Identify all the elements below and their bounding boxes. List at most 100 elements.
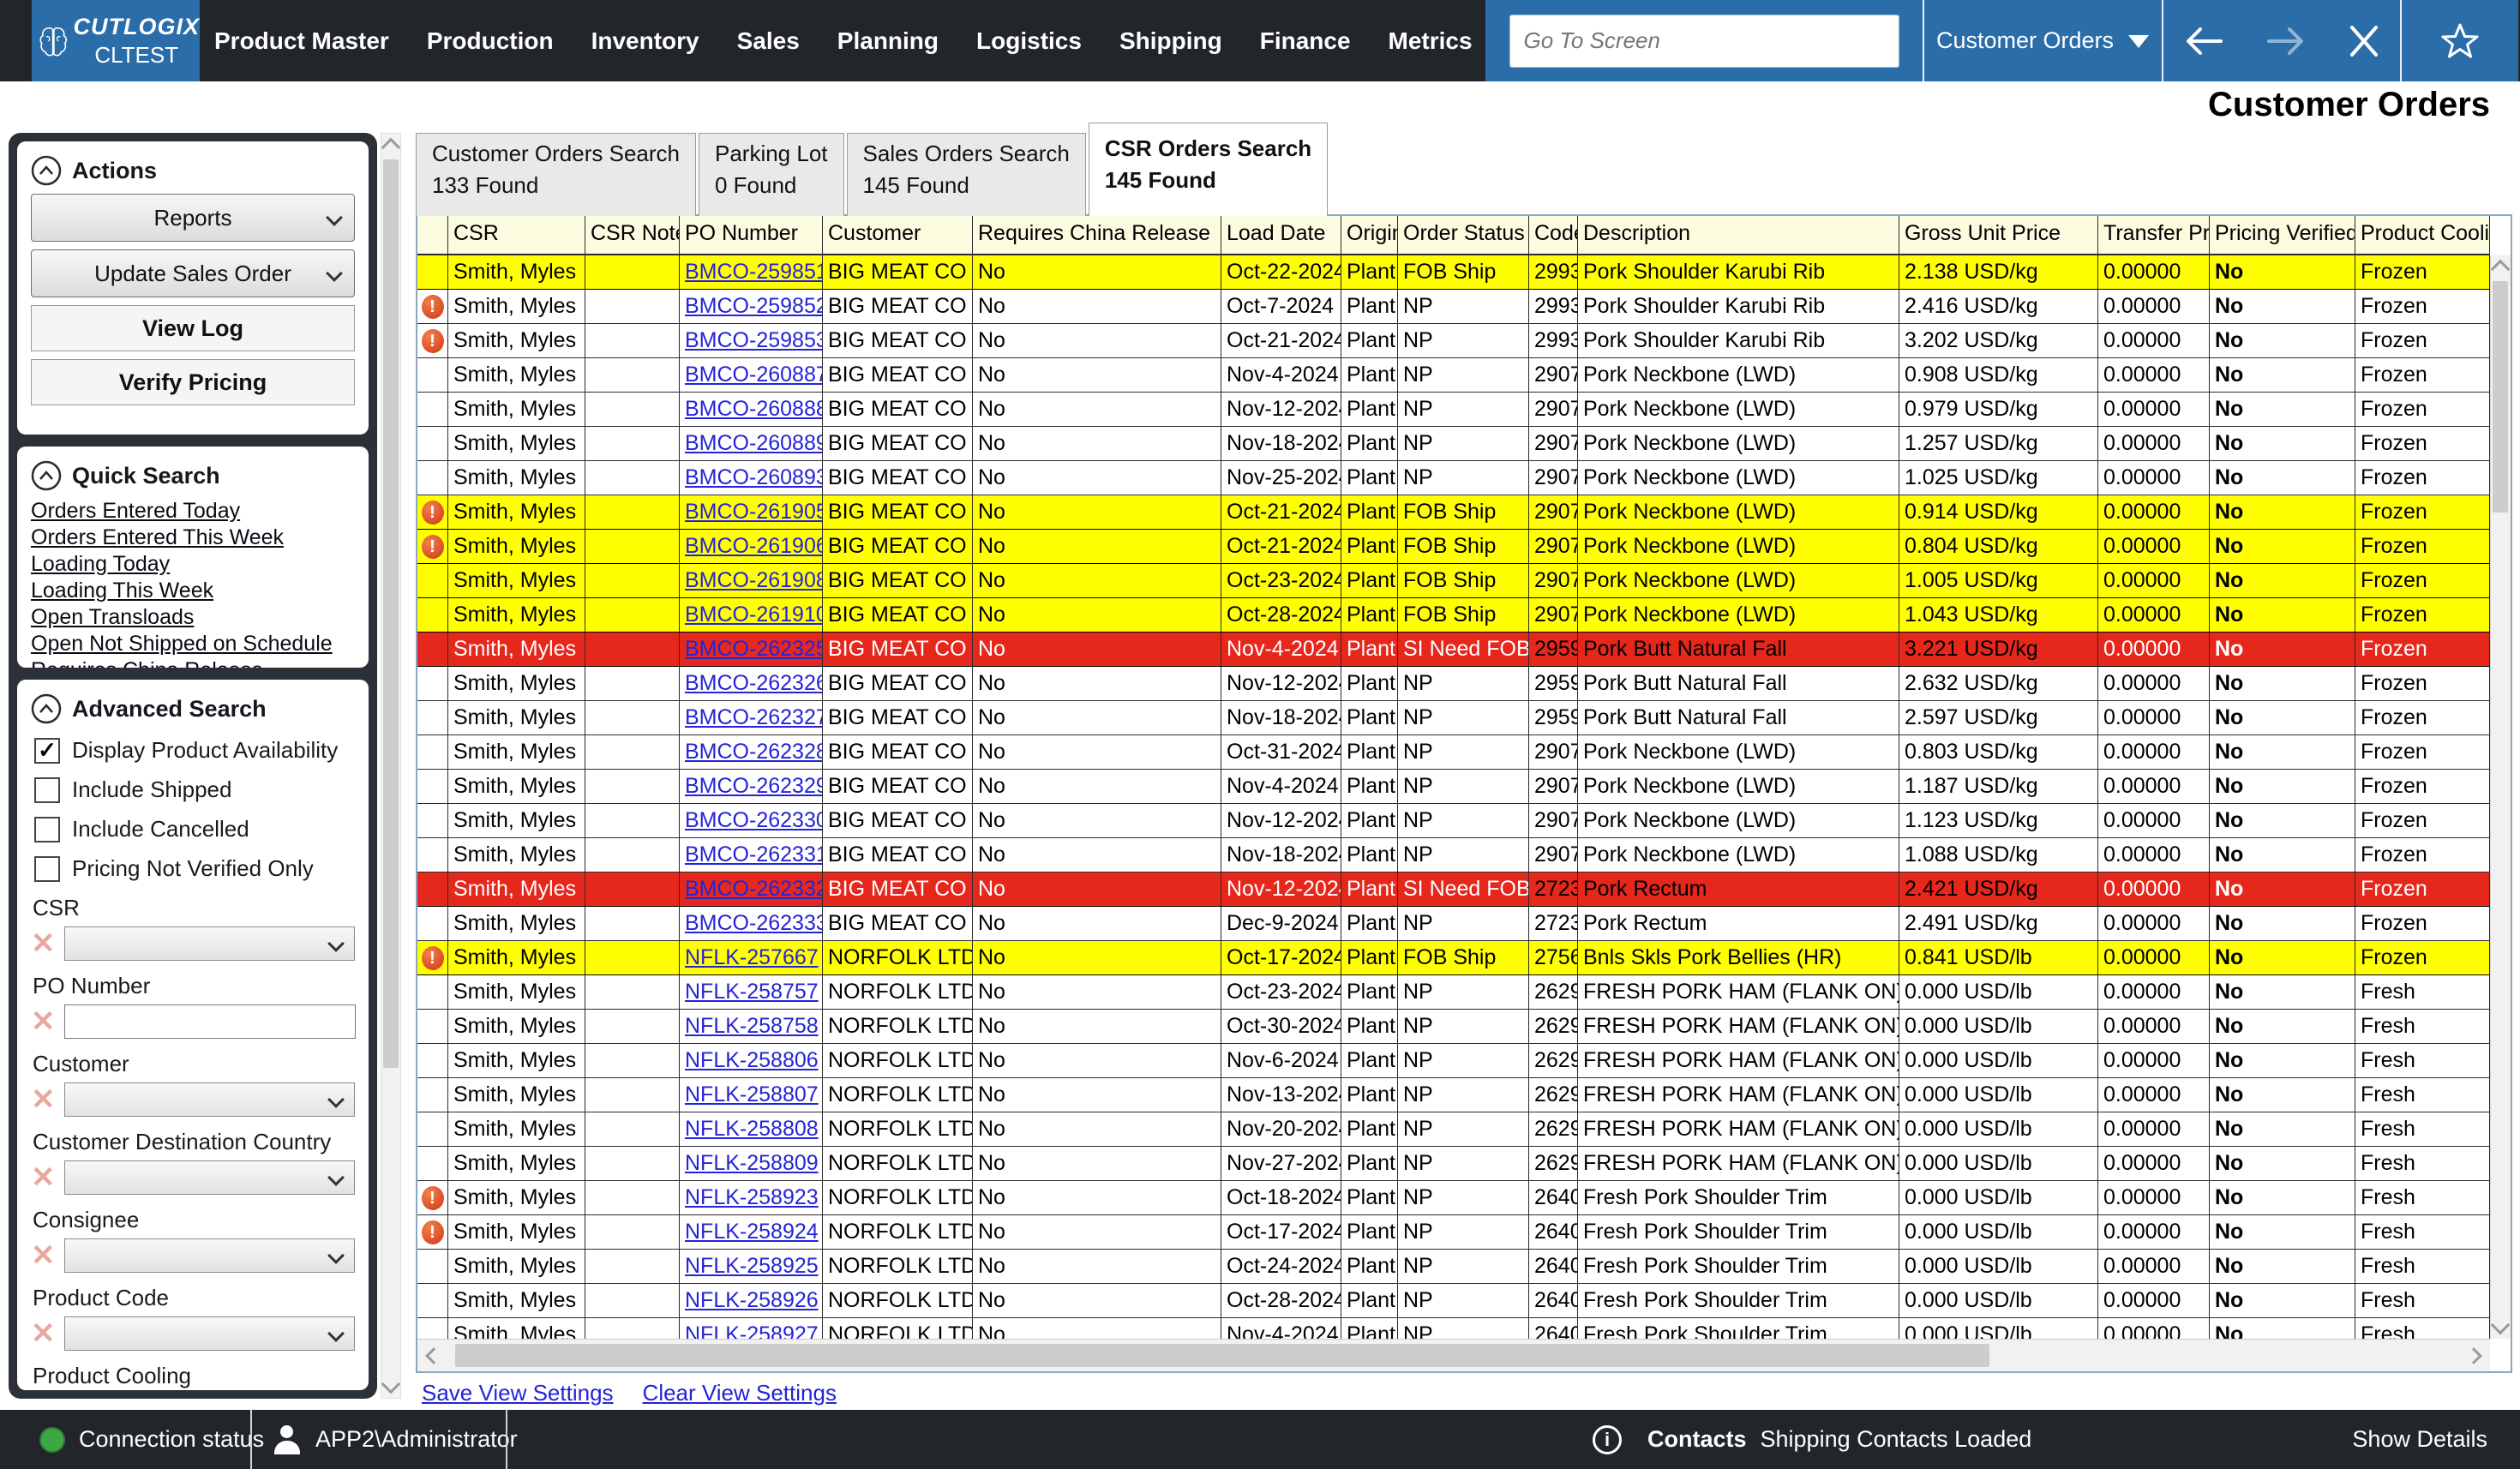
scrollbar-thumb[interactable]: [455, 1344, 1989, 1367]
po-number-link[interactable]: NFLK-258923: [685, 1185, 819, 1209]
scroll-right-icon[interactable]: [2465, 1347, 2482, 1364]
menu-item-finance[interactable]: Finance: [1260, 27, 1351, 55]
checkbox-box[interactable]: [34, 817, 60, 842]
link-save-view-settings[interactable]: Save View Settings: [422, 1380, 614, 1406]
tab-sales-orders-search[interactable]: Sales Orders Search145 Found: [847, 133, 1086, 216]
scroll-down-icon[interactable]: [381, 1375, 401, 1394]
table-row[interactable]: Smith, MylesBMCO-262327BIG MEAT CONoNov-…: [417, 701, 2511, 735]
field-select-customer-destination-country[interactable]: [64, 1160, 356, 1195]
clear-filter-icon[interactable]: ✕: [31, 1163, 56, 1192]
po-number-link[interactable]: BMCO-261910: [685, 603, 823, 627]
collapse-chevron-icon[interactable]: [31, 460, 62, 491]
clear-filter-icon[interactable]: ✕: [31, 1007, 56, 1036]
po-number-link[interactable]: BMCO-262332: [685, 877, 823, 901]
back-button[interactable]: [2183, 23, 2224, 59]
table-row[interactable]: Smith, MylesBMCO-262326BIG MEAT CONoNov-…: [417, 667, 2511, 701]
tab-customer-orders-search[interactable]: Customer Orders Search133 Found: [416, 133, 696, 216]
table-row[interactable]: Smith, MylesNFLK-258757NORFOLK LTDNoOct-…: [417, 975, 2511, 1010]
scroll-down-icon[interactable]: [2491, 1316, 2511, 1335]
column-header-customer[interactable]: Customer: [823, 216, 973, 255]
po-number-link[interactable]: NFLK-258808: [685, 1117, 819, 1141]
po-number-link[interactable]: NFLK-258809: [685, 1151, 819, 1175]
po-number-link[interactable]: BMCO-262330: [685, 808, 823, 832]
clear-filter-icon[interactable]: ✕: [31, 1319, 56, 1348]
column-header-po-number[interactable]: PO Number: [680, 216, 823, 255]
menu-item-metrics[interactable]: Metrics: [1389, 27, 1473, 55]
scrollbar-thumb[interactable]: [383, 159, 399, 1068]
po-number-link[interactable]: BMCO-262326: [685, 671, 823, 695]
po-number-link[interactable]: NFLK-257667: [685, 945, 819, 969]
table-row[interactable]: Smith, MylesNFLK-258926NORFOLK LTDNoOct-…: [417, 1284, 2511, 1318]
grid-horizontal-scrollbar[interactable]: [417, 1339, 2490, 1371]
link-clear-view-settings[interactable]: Clear View Settings: [643, 1380, 837, 1406]
quick-search-link-orders-entered-today[interactable]: Orders Entered Today: [31, 498, 355, 525]
table-row[interactable]: Smith, MylesNFLK-258758NORFOLK LTDNoOct-…: [417, 1010, 2511, 1044]
scroll-up-icon[interactable]: [2491, 260, 2511, 279]
po-number-link[interactable]: BMCO-259851: [685, 260, 823, 284]
goto-screen-input[interactable]: [1509, 15, 1899, 68]
field-input-po-number[interactable]: [64, 1004, 356, 1039]
po-number-link[interactable]: BMCO-262325: [685, 637, 823, 661]
menu-item-sales[interactable]: Sales: [737, 27, 800, 55]
column-header-load-date[interactable]: Load Date: [1221, 216, 1341, 255]
table-row[interactable]: !Smith, MylesNFLK-258923NORFOLK LTDNoOct…: [417, 1181, 2511, 1215]
po-number-link[interactable]: BMCO-260888: [685, 397, 823, 421]
checkbox-box[interactable]: [34, 777, 60, 803]
quick-search-link-orders-entered-this-week[interactable]: Orders Entered This Week: [31, 525, 355, 551]
scrollbar-thumb[interactable]: [2493, 281, 2508, 513]
action-button-view-log[interactable]: View Log: [31, 305, 355, 351]
po-number-link[interactable]: BMCO-260887: [685, 363, 823, 387]
po-number-link[interactable]: BMCO-259852: [685, 294, 823, 318]
table-row[interactable]: Smith, MylesNFLK-258806NORFOLK LTDNoNov-…: [417, 1044, 2511, 1078]
tab-parking-lot[interactable]: Parking Lot0 Found: [699, 133, 844, 216]
checkbox-include-shipped[interactable]: Include Shipped: [34, 776, 351, 803]
table-row[interactable]: Smith, MylesBMCO-262325BIG MEAT CONoNov-…: [417, 633, 2511, 667]
table-row[interactable]: Smith, MylesBMCO-260893BIG MEAT CONoNov-…: [417, 461, 2511, 495]
table-row[interactable]: Smith, MylesBMCO-262332BIG MEAT CONoNov-…: [417, 872, 2511, 907]
quick-search-link-loading-today[interactable]: Loading Today: [31, 551, 355, 578]
po-number-link[interactable]: NFLK-258758: [685, 1014, 819, 1038]
menu-item-production[interactable]: Production: [427, 27, 554, 55]
collapse-chevron-icon[interactable]: [31, 155, 62, 186]
column-header-alert[interactable]: [417, 216, 448, 255]
table-row[interactable]: !Smith, MylesBMCO-259852BIG MEAT CONoOct…: [417, 290, 2511, 324]
column-header-csr-notes[interactable]: CSR Notes: [585, 216, 680, 255]
action-dropdown-reports[interactable]: Reports: [31, 194, 355, 242]
menu-item-planning[interactable]: Planning: [837, 27, 939, 55]
po-number-link[interactable]: BMCO-262333: [685, 911, 823, 935]
table-row[interactable]: Smith, MylesNFLK-258807NORFOLK LTDNoNov-…: [417, 1078, 2511, 1112]
po-number-link[interactable]: NFLK-258806: [685, 1048, 819, 1072]
checkbox-pricing-not-verified-only[interactable]: Pricing Not Verified Only: [34, 855, 351, 882]
column-header-description[interactable]: Description: [1578, 216, 1899, 255]
action-button-verify-pricing[interactable]: Verify Pricing: [31, 359, 355, 405]
grid-vertical-scrollbar[interactable]: [2490, 255, 2511, 1339]
table-row[interactable]: Smith, MylesNFLK-258809NORFOLK LTDNoNov-…: [417, 1147, 2511, 1181]
table-row[interactable]: Smith, MylesBMCO-262333BIG MEAT CONoDec-…: [417, 907, 2511, 941]
table-row[interactable]: Smith, MylesBMCO-262328BIG MEAT CONoOct-…: [417, 735, 2511, 770]
column-header-code[interactable]: Code: [1529, 216, 1578, 255]
quick-search-link-requires-china-release[interactable]: Requires China Release: [31, 657, 355, 668]
field-select-consignee[interactable]: [64, 1238, 356, 1273]
table-row[interactable]: !Smith, MylesBMCO-259853BIG MEAT CONoOct…: [417, 324, 2511, 358]
column-header-transfer-price[interactable]: Transfer Price: [2098, 216, 2210, 255]
table-row[interactable]: Smith, MylesBMCO-260888BIG MEAT CONoNov-…: [417, 393, 2511, 427]
po-number-link[interactable]: NFLK-258757: [685, 980, 819, 1004]
field-select-csr[interactable]: [64, 926, 356, 961]
table-row[interactable]: Smith, MylesBMCO-262330BIG MEAT CONoNov-…: [417, 804, 2511, 838]
table-row[interactable]: Smith, MylesBMCO-262329BIG MEAT CONoNov-…: [417, 770, 2511, 804]
scroll-left-icon[interactable]: [425, 1347, 442, 1364]
checkbox-include-cancelled[interactable]: Include Cancelled: [34, 816, 351, 842]
quick-search-link-loading-this-week[interactable]: Loading This Week: [31, 578, 355, 604]
po-number-link[interactable]: NFLK-258807: [685, 1082, 819, 1106]
po-number-link[interactable]: BMCO-262327: [685, 705, 823, 729]
column-header-product-cooling[interactable]: Product Cooling: [2355, 216, 2490, 255]
clear-filter-icon[interactable]: ✕: [31, 1241, 56, 1270]
action-dropdown-update-sales-order[interactable]: Update Sales Order: [31, 249, 355, 297]
po-number-link[interactable]: BMCO-261908: [685, 568, 823, 592]
table-row[interactable]: Smith, MylesNFLK-258925NORFOLK LTDNoOct-…: [417, 1250, 2511, 1284]
table-row[interactable]: Smith, MylesBMCO-261910BIG MEAT CONoOct-…: [417, 598, 2511, 633]
tab-csr-orders-search[interactable]: CSR Orders Search145 Found: [1089, 123, 1328, 216]
collapse-chevron-icon[interactable]: [31, 693, 62, 724]
menu-item-inventory[interactable]: Inventory: [591, 27, 699, 55]
po-number-link[interactable]: BMCO-261906: [685, 534, 823, 558]
